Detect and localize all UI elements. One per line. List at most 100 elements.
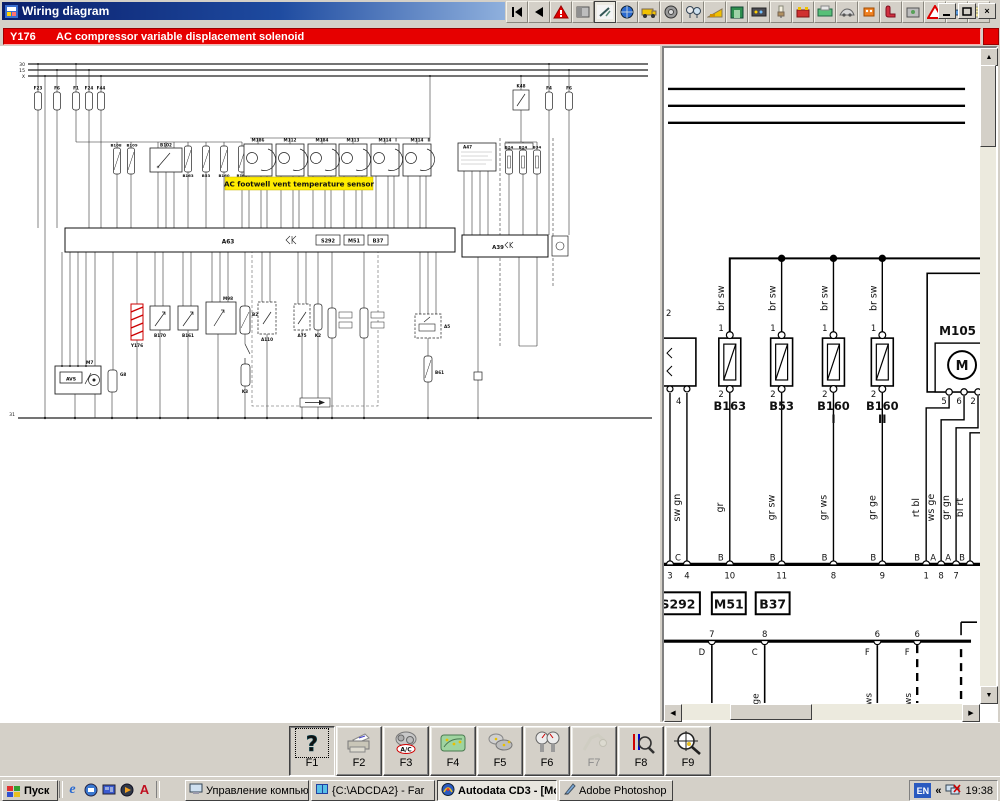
- f1-help-button[interactable]: ? F1: [289, 726, 335, 776]
- truck-icon[interactable]: [638, 1, 660, 23]
- component-row-resistors[interactable]: B163B53 B160B160: [182, 146, 247, 178]
- wiring-tool-icon[interactable]: [594, 1, 616, 23]
- component-a5[interactable]: A5: [415, 314, 450, 338]
- alert-robot-icon[interactable]: [858, 1, 880, 23]
- wiring-diagram-overview[interactable]: 30 15 X 31 F23F6 F1F24 F44 F4F6 K48: [0, 46, 660, 722]
- fuse-group[interactable]: F23F6 F1F24 F44 F4F6: [34, 86, 573, 111]
- f2-print-button[interactable]: F2: [336, 726, 382, 776]
- wiring-diagram-zoom-panel[interactable]: 2 4: [662, 46, 998, 722]
- component-b24-group[interactable]: B24B24 B34: [505, 143, 542, 174]
- first-page-icon[interactable]: [506, 1, 528, 23]
- battery-icon[interactable]: [792, 1, 814, 23]
- component-banner[interactable]: Y176 AC compressor variable displacement…: [3, 28, 981, 45]
- zoom-component-m105[interactable]: M M105 5 6 2: [927, 273, 980, 406]
- ecu-a63[interactable]: A63 S292 M51 B37: [65, 228, 455, 252]
- gauges-icon[interactable]: [682, 1, 704, 23]
- f5-parts-button[interactable]: F5: [477, 726, 523, 776]
- horizontal-scroll-thumb[interactable]: [730, 704, 812, 720]
- task-photoshop[interactable]: Adobe Photoshop: [559, 780, 673, 801]
- vertical-scrollbar[interactable]: ▲ ▼: [980, 48, 996, 704]
- window-title: Wiring diagram: [22, 4, 109, 18]
- svg-text:M114: M114: [379, 138, 392, 143]
- warning-icon[interactable]: [550, 1, 572, 23]
- component-a75[interactable]: A75 K2: [294, 304, 322, 338]
- svg-text:B163: B163: [713, 399, 746, 413]
- component-b108-b109[interactable]: B108 B109: [110, 143, 137, 175]
- garage-door-icon[interactable]: [726, 1, 748, 23]
- svg-text:F23: F23: [34, 86, 43, 91]
- component-row-motors[interactable]: M186M112 M184M113 M114M114 III: [244, 138, 435, 177]
- zoom-diagram-svg[interactable]: 2 4: [664, 48, 980, 704]
- desktop-quicklaunch-icon[interactable]: [100, 781, 117, 798]
- component-b102[interactable]: B102: [150, 143, 182, 173]
- unit-box-icon[interactable]: [902, 1, 924, 23]
- zoom-tags[interactable]: S292 M51 B37: [664, 592, 790, 614]
- zoom-sensors[interactable]: 11 11 22 22 B163 B53 B160 B160 I II: [713, 323, 898, 426]
- scroll-right-button[interactable]: ▶: [962, 704, 980, 722]
- scroll-down-button[interactable]: ▼: [980, 686, 998, 704]
- component-a47[interactable]: A47: [458, 143, 496, 171]
- ecu-a39[interactable]: A39: [462, 235, 568, 257]
- tray-chevron[interactable]: «: [935, 785, 941, 797]
- component-m7[interactable]: AVS M7: [55, 360, 101, 394]
- f4-component-location-button[interactable]: F4: [430, 726, 476, 776]
- svg-text:A: A: [930, 552, 936, 562]
- task-computer-management[interactable]: Управление компьюте...: [185, 780, 309, 801]
- svg-text:B163: B163: [182, 173, 193, 178]
- zoom-connector-1[interactable]: CB BB BB AA B 34 1011 89 18 7: [664, 552, 980, 580]
- overview-diagram-svg[interactable]: 30 15 X 31 F23F6 F1F24 F44 F4F6 K48: [0, 46, 660, 722]
- start-button[interactable]: Пуск: [2, 780, 58, 801]
- f3-ac-system-button[interactable]: A/C F3: [383, 726, 429, 776]
- zoom-component-left-cut[interactable]: 2 4: [664, 308, 696, 406]
- component-b161[interactable]: B161: [178, 306, 198, 338]
- svg-text:1: 1: [718, 323, 723, 333]
- component-k48[interactable]: K48: [513, 84, 529, 111]
- svg-text:30: 30: [19, 62, 25, 68]
- component-b170[interactable]: B170: [150, 306, 170, 338]
- globe-icon[interactable]: [616, 1, 638, 23]
- language-indicator[interactable]: EN: [914, 783, 931, 798]
- wheel-icon[interactable]: [660, 1, 682, 23]
- sparkplug-icon[interactable]: [770, 1, 792, 23]
- network-offline-icon[interactable]: [945, 783, 961, 799]
- mediaplayer-quicklaunch-icon[interactable]: [118, 781, 135, 798]
- svg-text:S292: S292: [321, 239, 336, 245]
- outlook-quicklaunch-icon[interactable]: [82, 781, 99, 798]
- task-autodata-active[interactable]: Autodata CD3 - [Mod...: [437, 780, 557, 801]
- maximize-button[interactable]: [958, 3, 976, 19]
- f8-search-wiring-button[interactable]: F8: [618, 726, 664, 776]
- horizontal-scrollbar[interactable]: ◀ ▶: [664, 704, 980, 720]
- svg-text:M7: M7: [86, 360, 93, 366]
- svg-text:1: 1: [923, 570, 928, 580]
- minimize-button[interactable]: [938, 3, 956, 19]
- copier-icon[interactable]: [814, 1, 836, 23]
- vertical-scroll-thumb[interactable]: [980, 65, 996, 147]
- close-button[interactable]: ×: [978, 3, 996, 19]
- dashboard-icon[interactable]: [748, 1, 770, 23]
- component-k3[interactable]: K3: [241, 344, 250, 394]
- f9-locate-button[interactable]: F9: [665, 726, 711, 776]
- svg-text:7: 7: [953, 570, 958, 580]
- zoom-wire-colours: sw gn gr gr sw gr ws gr ge rt bl ws ge g…: [672, 494, 966, 522]
- scroll-left-button[interactable]: ◀: [664, 704, 682, 722]
- svg-text:gr gn: gr gn: [941, 495, 952, 520]
- ie-quicklaunch-icon[interactable]: e: [64, 781, 81, 798]
- svg-text:1: 1: [871, 323, 876, 333]
- back-icon[interactable]: [528, 1, 550, 23]
- component-resistor-pair[interactable]: [328, 308, 384, 338]
- zoom-connector-2[interactable]: 78 66 DC FF ge ws ws: [664, 629, 971, 704]
- f6-gauges-button[interactable]: F6: [524, 726, 570, 776]
- window-panel-icon[interactable]: [572, 1, 594, 23]
- component-g8[interactable]: G8: [108, 370, 126, 392]
- task-far-manager[interactable]: {C:\ADCDA2} - Far: [311, 780, 435, 801]
- ramp-icon[interactable]: [704, 1, 726, 23]
- component-m98[interactable]: M98: [206, 296, 236, 334]
- svg-text:F24: F24: [85, 86, 94, 91]
- car-sketch-icon[interactable]: [836, 1, 858, 23]
- scroll-up-button[interactable]: ▲: [980, 48, 998, 66]
- acrobat-quicklaunch-icon[interactable]: A: [136, 781, 153, 798]
- svg-text:br sw: br sw: [716, 285, 727, 311]
- component-b61[interactable]: B61: [424, 356, 444, 382]
- seat-icon[interactable]: [880, 1, 902, 23]
- component-y176-selected[interactable]: Y176: [130, 304, 143, 349]
